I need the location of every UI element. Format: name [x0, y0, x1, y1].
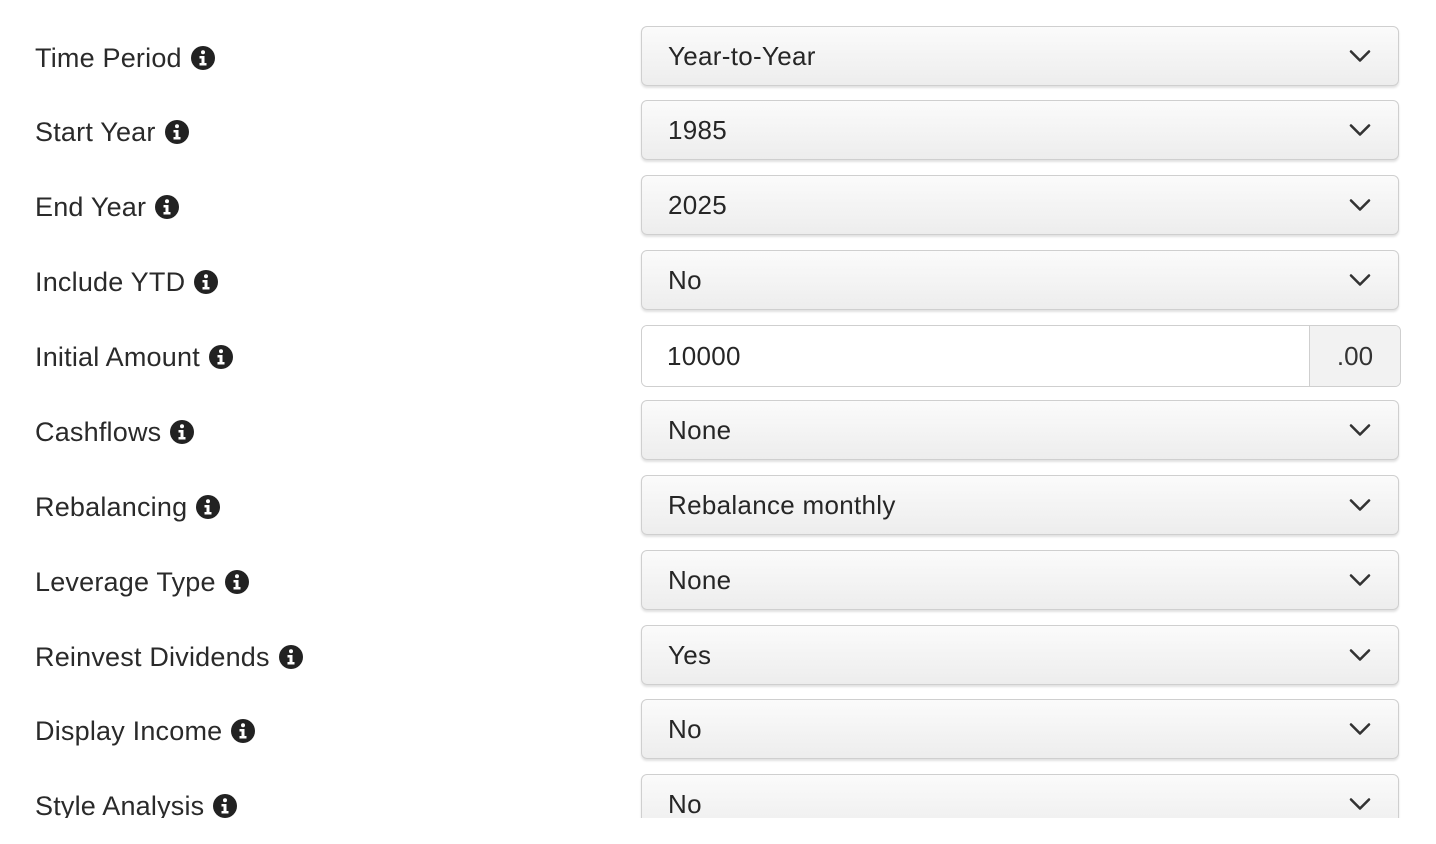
reinvest-dividends-label-text: Reinvest Dividends [35, 641, 270, 672]
rebalancing-label-text: Rebalancing [35, 491, 188, 522]
reinvest-dividends-row: Reinvest Dividends Yes [0, 625, 1436, 689]
info-icon[interactable] [190, 46, 215, 70]
time-period-label: Time Period [35, 26, 215, 90]
cashflows-label: Cashflows [35, 400, 195, 464]
end-year-label: End Year [35, 175, 180, 239]
chevron-down-icon [1348, 418, 1372, 442]
start-year-label: Start Year [35, 100, 189, 164]
info-icon[interactable] [170, 420, 195, 444]
info-icon[interactable] [231, 719, 256, 743]
display-income-value: No [668, 713, 702, 744]
chevron-down-icon [1348, 568, 1372, 592]
time-period-label-text: Time Period [35, 42, 182, 73]
chevron-down-icon [1348, 44, 1372, 68]
include-ytd-label: Include YTD [35, 250, 219, 314]
leverage-type-value: None [668, 564, 732, 595]
start-year-label-text: Start Year [35, 116, 156, 147]
include-ytd-select[interactable]: No [641, 250, 1399, 310]
info-icon[interactable] [155, 195, 180, 219]
style-analysis-value: No [668, 788, 702, 819]
info-icon[interactable] [213, 794, 238, 818]
reinvest-dividends-label: Reinvest Dividends [35, 625, 303, 689]
display-income-select[interactable]: No [641, 699, 1399, 759]
end-year-label-text: End Year [35, 191, 147, 222]
display-income-label-text: Display Income [35, 715, 223, 746]
reinvest-dividends-select[interactable]: Yes [641, 625, 1399, 685]
cashflows-value: None [668, 414, 732, 445]
initial-amount-input[interactable] [642, 326, 1309, 386]
end-year-value: 2025 [668, 189, 728, 220]
chevron-down-icon [1348, 193, 1372, 217]
style-analysis-label: Style Analysis [35, 774, 238, 819]
time-period-select[interactable]: Year-to-Year [641, 26, 1399, 86]
include-ytd-value: No [668, 264, 702, 295]
chevron-down-icon [1348, 493, 1372, 517]
info-icon[interactable] [196, 495, 221, 519]
time-period-value: Year-to-Year [668, 40, 816, 71]
chevron-down-icon [1348, 717, 1372, 741]
end-year-select[interactable]: 2025 [641, 175, 1399, 235]
chevron-down-icon [1348, 268, 1372, 292]
info-icon[interactable] [194, 270, 219, 294]
cashflows-select[interactable]: None [641, 400, 1399, 460]
info-icon[interactable] [164, 120, 189, 144]
end-year-row: End Year 2025 [0, 175, 1436, 239]
style-analysis-label-text: Style Analysis [35, 790, 205, 819]
cashflows-label-text: Cashflows [35, 416, 162, 447]
start-year-value: 1985 [668, 114, 728, 145]
leverage-type-select[interactable]: None [641, 550, 1399, 610]
start-year-row: Start Year 1985 [0, 100, 1436, 164]
leverage-type-row: Leverage Type None [0, 550, 1436, 614]
display-income-label: Display Income [35, 699, 256, 763]
initial-amount-label-text: Initial Amount [35, 341, 200, 372]
initial-amount-label: Initial Amount [35, 325, 233, 389]
reinvest-dividends-value: Yes [668, 639, 712, 670]
cents-addon: .00 [1309, 326, 1400, 386]
rebalancing-row: Rebalancing Rebalance monthly [0, 475, 1436, 539]
initial-amount-input-group: .00 [641, 325, 1401, 387]
info-icon[interactable] [278, 645, 303, 669]
cashflows-row: Cashflows None [0, 400, 1436, 464]
chevron-down-icon [1348, 643, 1372, 667]
info-icon[interactable] [224, 570, 249, 594]
style-analysis-select[interactable]: No [641, 774, 1399, 818]
time-period-row: Time Period Year-to-Year [0, 26, 1436, 90]
rebalancing-value: Rebalance monthly [668, 489, 896, 520]
chevron-down-icon [1348, 118, 1372, 142]
rebalancing-label: Rebalancing [35, 475, 221, 539]
initial-amount-row: Initial Amount .00 [0, 325, 1436, 389]
leverage-type-label: Leverage Type [35, 550, 249, 614]
info-icon[interactable] [208, 345, 233, 369]
include-ytd-label-text: Include YTD [35, 266, 186, 297]
display-income-row: Display Income No [0, 699, 1436, 763]
style-analysis-row: Style Analysis No [0, 774, 1436, 818]
leverage-type-label-text: Leverage Type [35, 566, 216, 597]
backtest-settings-form: Time Period Year-to-Year Start Year 1985 [0, 0, 1436, 818]
start-year-select[interactable]: 1985 [641, 100, 1399, 160]
include-ytd-row: Include YTD No [0, 250, 1436, 314]
chevron-down-icon [1348, 792, 1372, 816]
rebalancing-select[interactable]: Rebalance monthly [641, 475, 1399, 535]
